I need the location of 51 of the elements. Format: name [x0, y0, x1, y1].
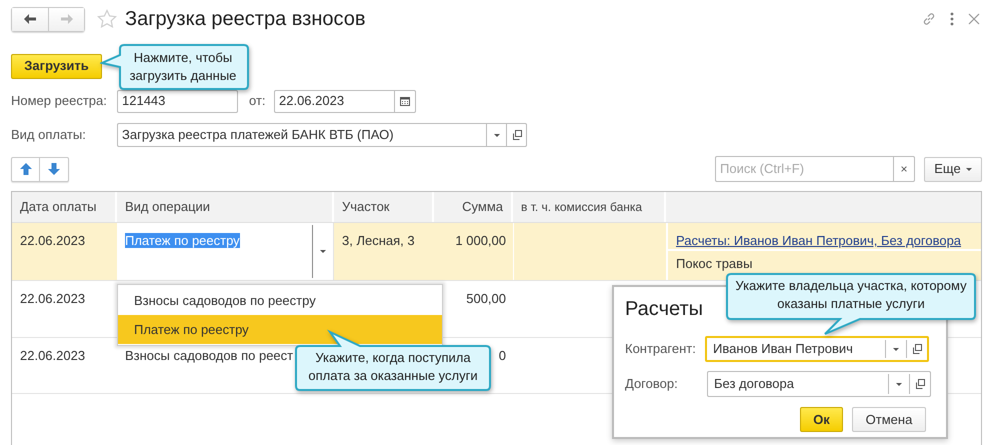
table-cell-text: 22.06.2023: [19, 232, 86, 250]
search-field[interactable]: Поиск (Ctrl+F) ×: [715, 156, 915, 182]
table-cell-text: 22.06.2023: [19, 347, 86, 365]
input-field[interactable]: Без договора: [707, 371, 931, 397]
cancel-button[interactable]: Отмена: [852, 407, 926, 432]
dropdown-option[interactable]: Взносы садоводов по реестру: [118, 286, 442, 315]
registry-number-field[interactable]: 121443: [117, 90, 238, 112]
table-cell: 3, Лесная, 3: [342, 233, 415, 248]
callout-text: Укажите, когда поступила оплата за оказанные услуги: [307, 349, 479, 385]
open-window-icon[interactable]: [912, 344, 922, 354]
star-icon[interactable]: [97, 9, 117, 29]
settlement-link[interactable]: Расчеты: Иванов Иван Петрович, Без договора: [676, 233, 962, 248]
table-row[interactable]: 22.06.2023 Платеж по реестру 3, Лесная, 3 1 000,00 Расчеты: Иванов Иван Петрович, Без договора Покос травы: [12, 223, 981, 281]
open-window-icon[interactable]: [915, 379, 925, 389]
dialog-title: Расчеты: [625, 297, 703, 322]
clear-button[interactable]: ×: [893, 157, 914, 181]
table-cell: 1 000,00: [455, 233, 506, 248]
close-icon[interactable]: [968, 13, 980, 25]
dropdown-caret-icon[interactable]: [320, 250, 326, 253]
dropdown-caret-icon[interactable]: [494, 134, 500, 136]
caret-icon: [966, 168, 972, 170]
back-button[interactable]: [12, 8, 48, 30]
load-button[interactable]: Загрузить: [11, 54, 102, 78]
callout-text: Нажмите, чтобы загрузить данные: [128, 49, 238, 85]
more-button[interactable]: Еще: [924, 156, 982, 182]
arrow-up-icon: [20, 163, 32, 175]
calendar-icon[interactable]: [400, 96, 410, 106]
arrow-left-icon: [23, 13, 37, 25]
field-label: Вид оплаты:: [11, 126, 87, 144]
field-label: Договор:: [625, 375, 679, 394]
input-field[interactable]: Иванов Иван Петрович: [705, 336, 929, 362]
table-cell: 500,00: [466, 291, 506, 306]
arrow-right-icon: [60, 13, 74, 25]
table-cell: 0: [498, 348, 506, 363]
table-cell-text: 22.06.2023: [19, 290, 86, 308]
field-label: Контрагент:: [625, 340, 697, 358]
ok-button[interactable]: Ок: [800, 407, 843, 432]
dropdown-option[interactable]: Платеж по реестру: [118, 315, 442, 344]
table-cell: Покос травы: [676, 256, 752, 271]
field-label: Номер реестра:: [11, 92, 108, 110]
open-window-icon[interactable]: [512, 130, 522, 140]
dropdown-caret-icon[interactable]: [896, 382, 902, 386]
date-field[interactable]: 22.06.2023: [274, 90, 416, 112]
table-cell: Взносы садоводов по реест: [125, 348, 294, 363]
arrow-down-icon: [48, 163, 60, 175]
window-title: Загрузка реестра взносов: [125, 7, 366, 32]
link-icon[interactable]: [922, 12, 936, 26]
dropdown-caret-icon[interactable]: [893, 348, 899, 350]
more-menu-icon[interactable]: [950, 12, 954, 26]
payment-type-field[interactable]: Загрузка реестра платежей БАНК ВТБ (ПАО): [117, 123, 527, 147]
field-label: от:: [249, 92, 267, 110]
